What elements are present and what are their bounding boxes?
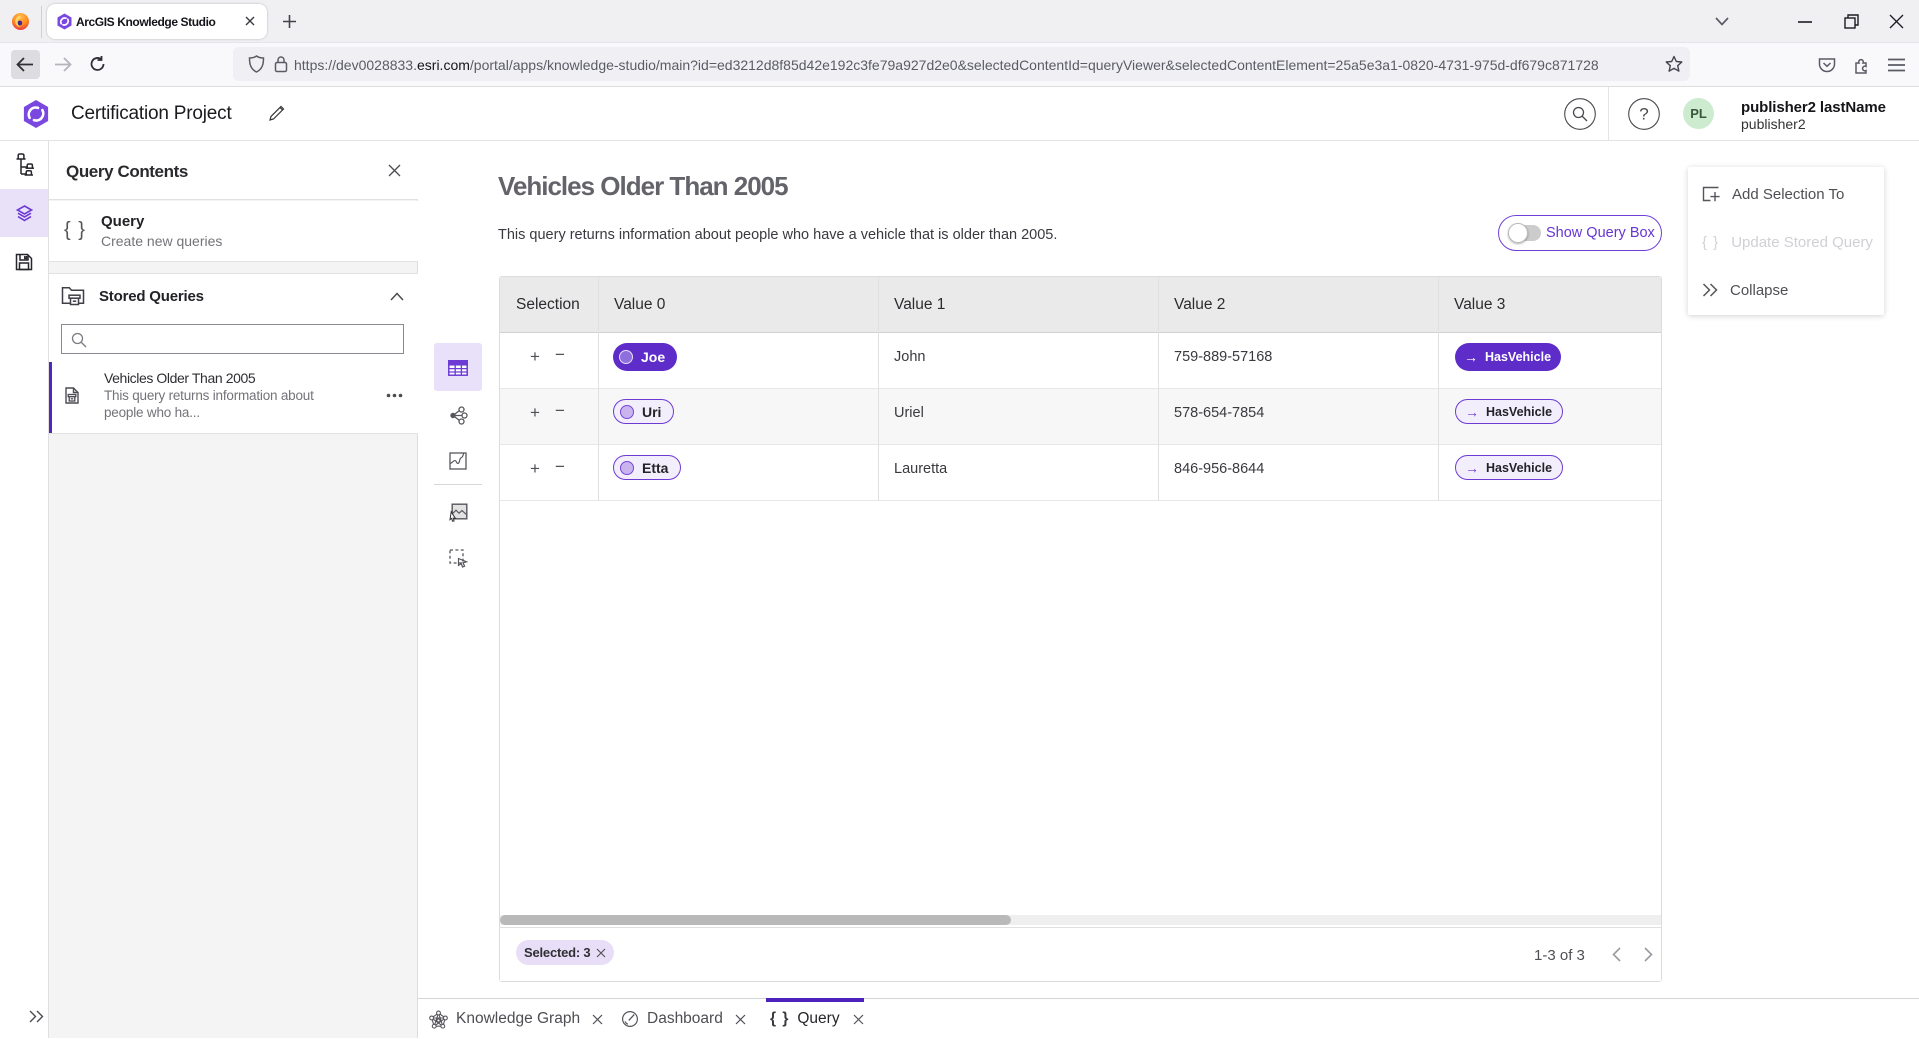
svg-text:?: ? [1639,105,1648,124]
